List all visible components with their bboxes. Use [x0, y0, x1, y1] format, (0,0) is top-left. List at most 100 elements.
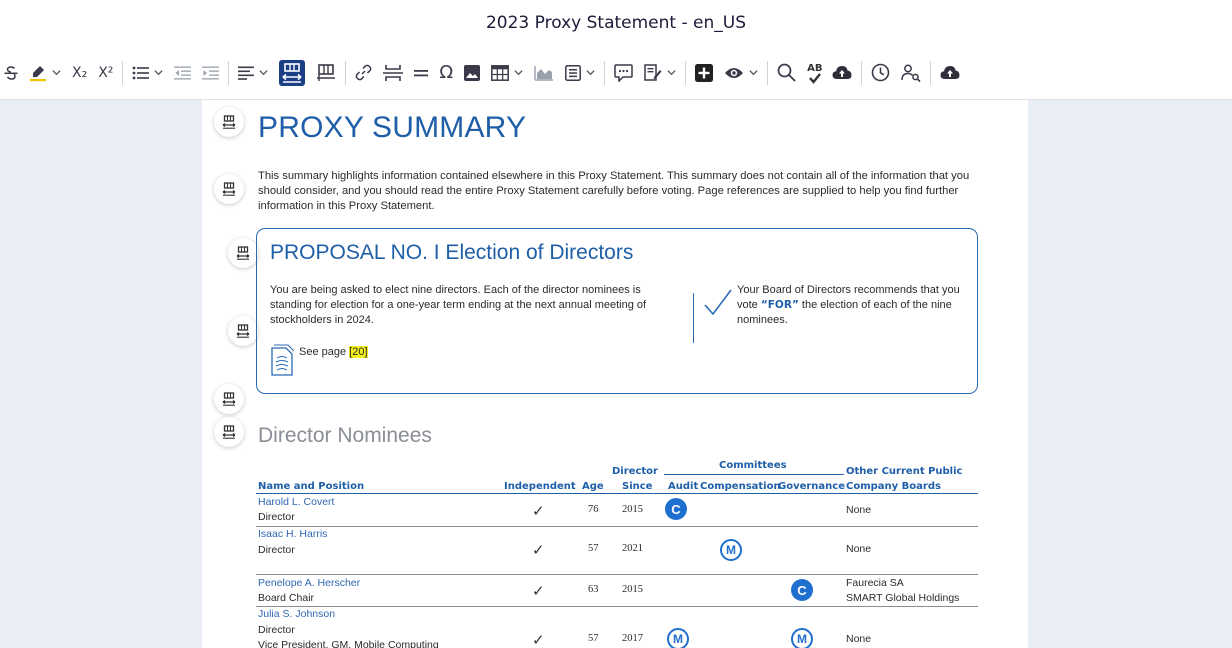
boards-cell: None [846, 633, 872, 645]
header-age: Age [582, 481, 604, 492]
cloud-upload-icon[interactable] [832, 65, 852, 80]
toolbar-divider [122, 60, 124, 85]
block-layout-icon [222, 425, 236, 439]
block-layout-icon [236, 246, 250, 260]
independent-check: ✓ [532, 632, 545, 648]
boards-cell: Faurecia SA [846, 577, 904, 589]
checkmark-icon [704, 289, 732, 316]
document-canvas: PROXY SUMMARY This summary highlights in… [0, 100, 1232, 648]
track-changes-icon[interactable] [644, 64, 676, 81]
boards-cell: None [846, 504, 872, 516]
boards-cell: None [846, 543, 872, 555]
chevron-down-icon [586, 70, 595, 76]
outdent-icon[interactable] [174, 66, 192, 80]
block-handle-heading[interactable] [214, 107, 244, 137]
preview-icon[interactable] [724, 66, 758, 80]
page-reference-link[interactable]: [20] [349, 346, 368, 358]
since-cell: 2015 [622, 504, 643, 515]
row-divider [256, 526, 978, 527]
page-layout-icon[interactable] [316, 63, 336, 83]
independent-check: ✓ [532, 503, 545, 520]
toolbar-divider [860, 60, 862, 85]
highlighter-icon[interactable] [29, 64, 61, 82]
fit-width-icon[interactable] [279, 59, 306, 86]
editor-toolbar: X₂ X² Ω AB [0, 46, 1232, 100]
divider [693, 293, 694, 343]
committees-rule [664, 474, 844, 475]
find-replace-icon[interactable] [900, 64, 921, 82]
chevron-down-icon [259, 70, 268, 76]
section-heading[interactable]: Director Nominees [258, 424, 432, 448]
header-director: Director [612, 466, 658, 477]
strikethrough-icon[interactable] [4, 65, 18, 81]
boards-cell-second: SMART Global Holdings [846, 592, 960, 604]
toolbar-divider [929, 60, 931, 85]
board-recommendation[interactable]: Your Board of Directors recommends that … [737, 283, 962, 328]
age-cell: 76 [588, 504, 599, 515]
since-cell: 2017 [622, 633, 643, 644]
intro-paragraph[interactable]: This summary highlights information cont… [258, 169, 978, 214]
proposal-text[interactable]: You are being asked to elect nine direct… [270, 283, 680, 328]
header-company-boards: Company Boards [846, 481, 941, 492]
governance-member-badge: M [791, 628, 813, 648]
nominee-position: Director [258, 624, 295, 636]
nominee-position: Board Chair [258, 592, 315, 604]
subscript-icon[interactable]: X₂ [72, 65, 87, 81]
horizontal-rule-icon[interactable] [414, 68, 429, 78]
align-icon[interactable] [238, 66, 268, 80]
chevron-down-icon [514, 70, 523, 76]
toolbar-divider [345, 60, 347, 85]
row-divider [256, 606, 978, 607]
comment-icon[interactable] [614, 63, 633, 82]
nominee-position-second: Vice President, GM, Mobile Computing [258, 639, 439, 648]
age-cell: 63 [588, 584, 599, 595]
toolbar-divider [685, 60, 687, 85]
indent-icon[interactable] [202, 66, 220, 80]
block-handle-spacer[interactable] [214, 384, 244, 414]
proposal-title[interactable]: PROPOSAL NO. I Election of Directors [270, 241, 633, 265]
block-handle-proposal[interactable] [228, 238, 258, 268]
chevron-down-icon [667, 70, 676, 76]
search-icon[interactable] [777, 63, 796, 82]
compensation-member-badge: M [720, 539, 742, 561]
link-icon[interactable] [355, 64, 372, 81]
block-layout-icon [222, 182, 236, 196]
block-layout-icon [222, 392, 236, 406]
row-divider [256, 574, 978, 575]
history-icon[interactable] [871, 63, 890, 82]
title-bar: 2023 Proxy Statement - en_US [0, 0, 1232, 46]
snippet-icon[interactable] [565, 64, 595, 81]
bullet-list-icon[interactable] [132, 66, 163, 80]
header-rule [256, 493, 978, 494]
header-name: Name and Position [258, 481, 365, 492]
chart-icon[interactable] [534, 65, 554, 81]
page-reference[interactable]: See page [20] [299, 346, 368, 358]
age-cell: 57 [588, 543, 599, 554]
chevron-down-icon [52, 70, 61, 76]
add-block-icon[interactable] [695, 63, 714, 82]
independent-check: ✓ [532, 583, 545, 600]
header-governance: Governance [778, 481, 846, 492]
chevron-down-icon [749, 70, 758, 76]
age-cell: 57 [588, 633, 599, 644]
block-handle-intro[interactable] [214, 174, 244, 204]
block-handle-nominees[interactable] [214, 417, 244, 447]
proposal-box[interactable]: PROPOSAL NO. I Election of Directors You… [256, 228, 978, 394]
toolbar-divider [767, 60, 769, 85]
spellcheck-icon[interactable]: AB [807, 62, 823, 84]
audit-chair-badge: C [665, 498, 687, 520]
document-title: 2023 Proxy Statement - en_US [485, 13, 746, 33]
page-heading[interactable]: PROXY SUMMARY [258, 111, 526, 145]
page-break-icon[interactable] [383, 64, 404, 82]
block-handle-proposal-text[interactable] [228, 316, 258, 346]
since-cell: 2021 [622, 543, 643, 554]
table-icon[interactable] [491, 64, 523, 81]
cloud-download-icon[interactable] [940, 65, 960, 80]
since-cell: 2015 [622, 584, 643, 595]
toolbar-divider [604, 60, 606, 85]
image-icon[interactable] [464, 64, 481, 81]
superscript-icon[interactable]: X² [98, 65, 113, 81]
document-icon [271, 344, 294, 376]
header-audit: Audit [668, 481, 699, 492]
omega-icon[interactable]: Ω [439, 62, 453, 83]
